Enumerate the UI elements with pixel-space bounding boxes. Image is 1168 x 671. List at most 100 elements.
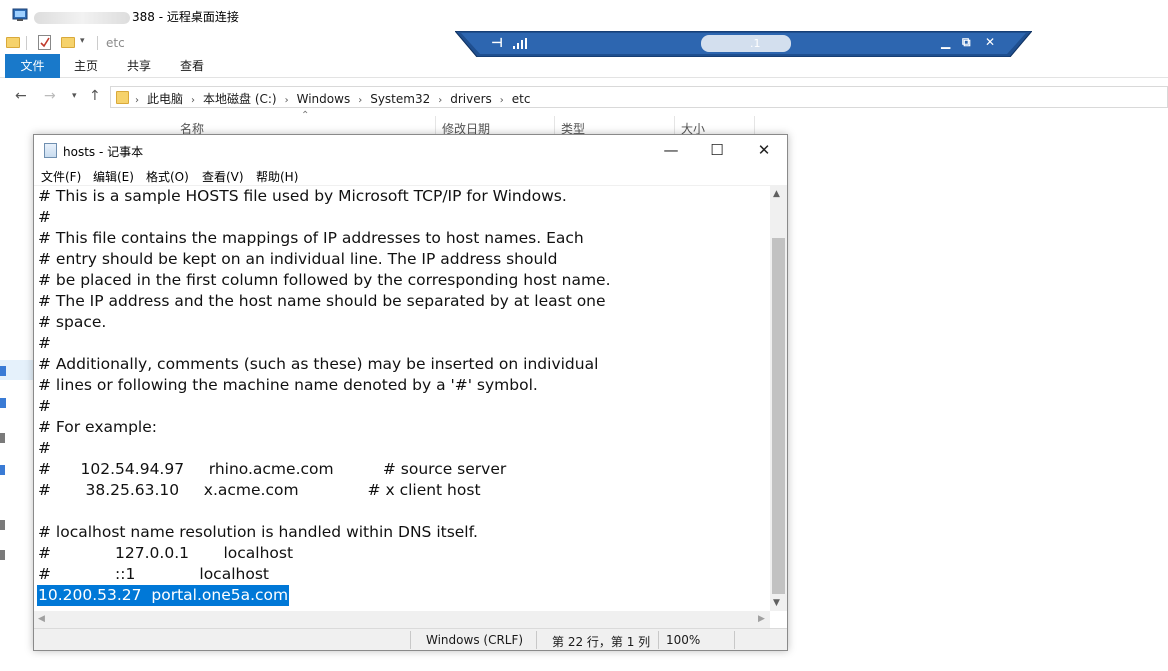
minimize-button[interactable]: — [648, 135, 694, 165]
scroll-up-arrow-icon[interactable]: ▲ [773, 189, 780, 199]
status-bar: Windows (CRLF) 第 22 行，第 1 列 100% [34, 628, 787, 650]
text-line: # [38, 334, 51, 352]
breadcrumb-separator-icon: › [284, 95, 289, 106]
scroll-right-arrow-icon[interactable]: ▶ [758, 614, 765, 624]
breadcrumb-separator-icon: › [135, 95, 139, 106]
up-arrow-icon[interactable]: ↑ [89, 88, 101, 104]
menu-file[interactable]: 文件(F) [41, 168, 81, 185]
vertical-scrollbar[interactable]: ▲ ▼ [770, 185, 787, 611]
properties-icon[interactable] [38, 35, 51, 50]
pin-icon[interactable]: ⊣ [491, 36, 503, 51]
text-line: # be placed in the first column followed… [38, 271, 611, 289]
scroll-thumb[interactable] [772, 238, 785, 594]
forward-arrow-icon[interactable]: → [44, 88, 56, 104]
scroll-left-arrow-icon[interactable]: ◀ [38, 614, 45, 624]
rdp-bar-ip: .1 [750, 37, 761, 50]
tab-file[interactable]: 文件 [5, 54, 60, 78]
notepad-title: hosts - 记事本 [63, 145, 144, 159]
breadcrumb-item[interactable]: 本地磁盘 (C:) [203, 92, 277, 106]
text-line: # ::1 localhost [38, 565, 269, 583]
text-line: # This file contains the mappings of IP … [38, 229, 584, 247]
text-line: # 38.25.63.10 x.acme.com # x client host [38, 481, 481, 499]
text-line: # For example: [38, 418, 157, 436]
breadcrumb-item[interactable]: System32 [370, 92, 430, 106]
text-line: # entry should be kept on an individual … [38, 250, 558, 268]
nav-item-icon [0, 366, 6, 376]
status-divider [658, 631, 659, 649]
breadcrumb-item[interactable]: Windows [297, 92, 351, 106]
tab-view[interactable]: 查看 [172, 54, 212, 78]
notepad-text-area[interactable]: # This is a sample HOSTS file used by Mi… [34, 185, 770, 611]
notepad-window: hosts - 记事本 — ☐ ✕ 文件(F) 编辑(E) 格式(O) 查看(V… [33, 134, 788, 651]
folder-icon[interactable] [6, 37, 20, 48]
rdp-title-bar: 388 - 远程桌面连接 [0, 0, 1168, 32]
selected-text-line: 10.200.53.27 portal.one5a.com [37, 585, 290, 606]
ribbon-tabs: 文件 主页 共享 查看 [0, 54, 1168, 78]
menu-help[interactable]: 帮助(H) [256, 168, 298, 185]
address-bar[interactable]: › 此电脑 › 本地磁盘 (C:) › Windows › System32 › drivers ›… [110, 86, 1168, 108]
tab-home[interactable]: 主页 [66, 54, 106, 78]
connection-signal-icon[interactable] [513, 38, 527, 49]
notepad-menu-bar: 文件(F) 编辑(E) 格式(O) 查看(V) 帮助(H) [34, 165, 787, 185]
notepad-icon [44, 143, 57, 158]
breadcrumb-item[interactable]: etc [512, 92, 531, 106]
nav-item-icon [0, 398, 6, 408]
nav-item-icon [0, 433, 5, 443]
text-line: # 127.0.0.1 localhost [38, 544, 294, 562]
status-divider [410, 631, 411, 649]
close-button[interactable]: ✕ [741, 135, 787, 165]
qat-path: etc [106, 36, 125, 50]
rdp-restore-button[interactable]: ⧉ [962, 35, 971, 50]
quick-access-toolbar: ▾ etc [0, 32, 455, 54]
nav-item-icon [0, 520, 5, 530]
rdp-minimize-button[interactable]: ▁ [941, 35, 950, 49]
redacted-host [34, 11, 130, 24]
folder-icon [116, 91, 129, 104]
divider [97, 36, 98, 50]
menu-view[interactable]: 查看(V) [202, 168, 244, 185]
breadcrumb-item[interactable]: 此电脑 [147, 92, 183, 106]
navigation-bar: ← → ▾ ↑ › 此电脑 › 本地磁盘 (C:) › Windows › System32 ›… [0, 84, 1168, 110]
text-line: # [38, 397, 51, 415]
scroll-down-arrow-icon[interactable]: ▼ [773, 598, 780, 608]
sort-chevron-up-icon: ⌃ [301, 110, 310, 121]
rdp-close-button[interactable]: ✕ [985, 35, 995, 49]
rdp-title-text: 388 - 远程桌面连接 [132, 10, 239, 24]
notepad-title-bar[interactable]: hosts - 记事本 — ☐ ✕ [34, 135, 787, 165]
rdp-window-title: 388 - 远程桌面连接 [34, 8, 239, 25]
breadcrumb-item[interactable]: drivers [450, 92, 492, 106]
redacted-ip [701, 35, 791, 52]
breadcrumb: › 此电脑 › 本地磁盘 (C:) › Windows › System32 › drivers ›… [135, 90, 530, 107]
status-divider [536, 631, 537, 649]
tab-share[interactable]: 共享 [119, 54, 159, 78]
text-line: # 102.54.94.97 rhino.acme.com # source s… [38, 460, 507, 478]
text-line: # [38, 208, 51, 226]
horizontal-scrollbar[interactable]: ◀ ▶ [34, 611, 770, 628]
new-folder-icon[interactable] [61, 37, 75, 48]
divider [26, 36, 27, 50]
text-line: # space. [38, 313, 107, 331]
menu-edit[interactable]: 编辑(E) [93, 168, 134, 185]
text-line: # [38, 439, 51, 457]
text-line: # This is a sample HOSTS file used by Mi… [38, 187, 567, 205]
status-position: 第 22 行，第 1 列 [552, 635, 651, 649]
breadcrumb-separator-icon: › [499, 95, 504, 106]
status-zoom: 100% [666, 633, 701, 647]
text-line: # lines or following the machine name de… [38, 376, 538, 394]
navigation-pane [0, 110, 34, 671]
nav-item-icon [0, 550, 5, 560]
breadcrumb-separator-icon: › [438, 95, 443, 106]
chevron-down-icon[interactable]: ▾ [80, 36, 85, 46]
menu-format[interactable]: 格式(O) [146, 168, 189, 185]
text-line: # Additionally, comments (such as these)… [38, 355, 599, 373]
text-line: # localhost name resolution is handled w… [38, 523, 478, 541]
back-arrow-icon[interactable]: ← [15, 88, 27, 104]
text-line: # The IP address and the host name shoul… [38, 292, 606, 310]
breadcrumb-separator-icon: › [191, 95, 196, 106]
breadcrumb-separator-icon: › [358, 95, 363, 106]
remote-desktop-icon [12, 7, 28, 23]
file-list-header: ⌃ 名称 修改日期 类型 大小 [160, 110, 780, 138]
maximize-button[interactable]: ☐ [694, 135, 740, 165]
status-encoding: Windows (CRLF) [426, 633, 524, 647]
recent-locations-chevron-icon[interactable]: ▾ [72, 91, 77, 101]
